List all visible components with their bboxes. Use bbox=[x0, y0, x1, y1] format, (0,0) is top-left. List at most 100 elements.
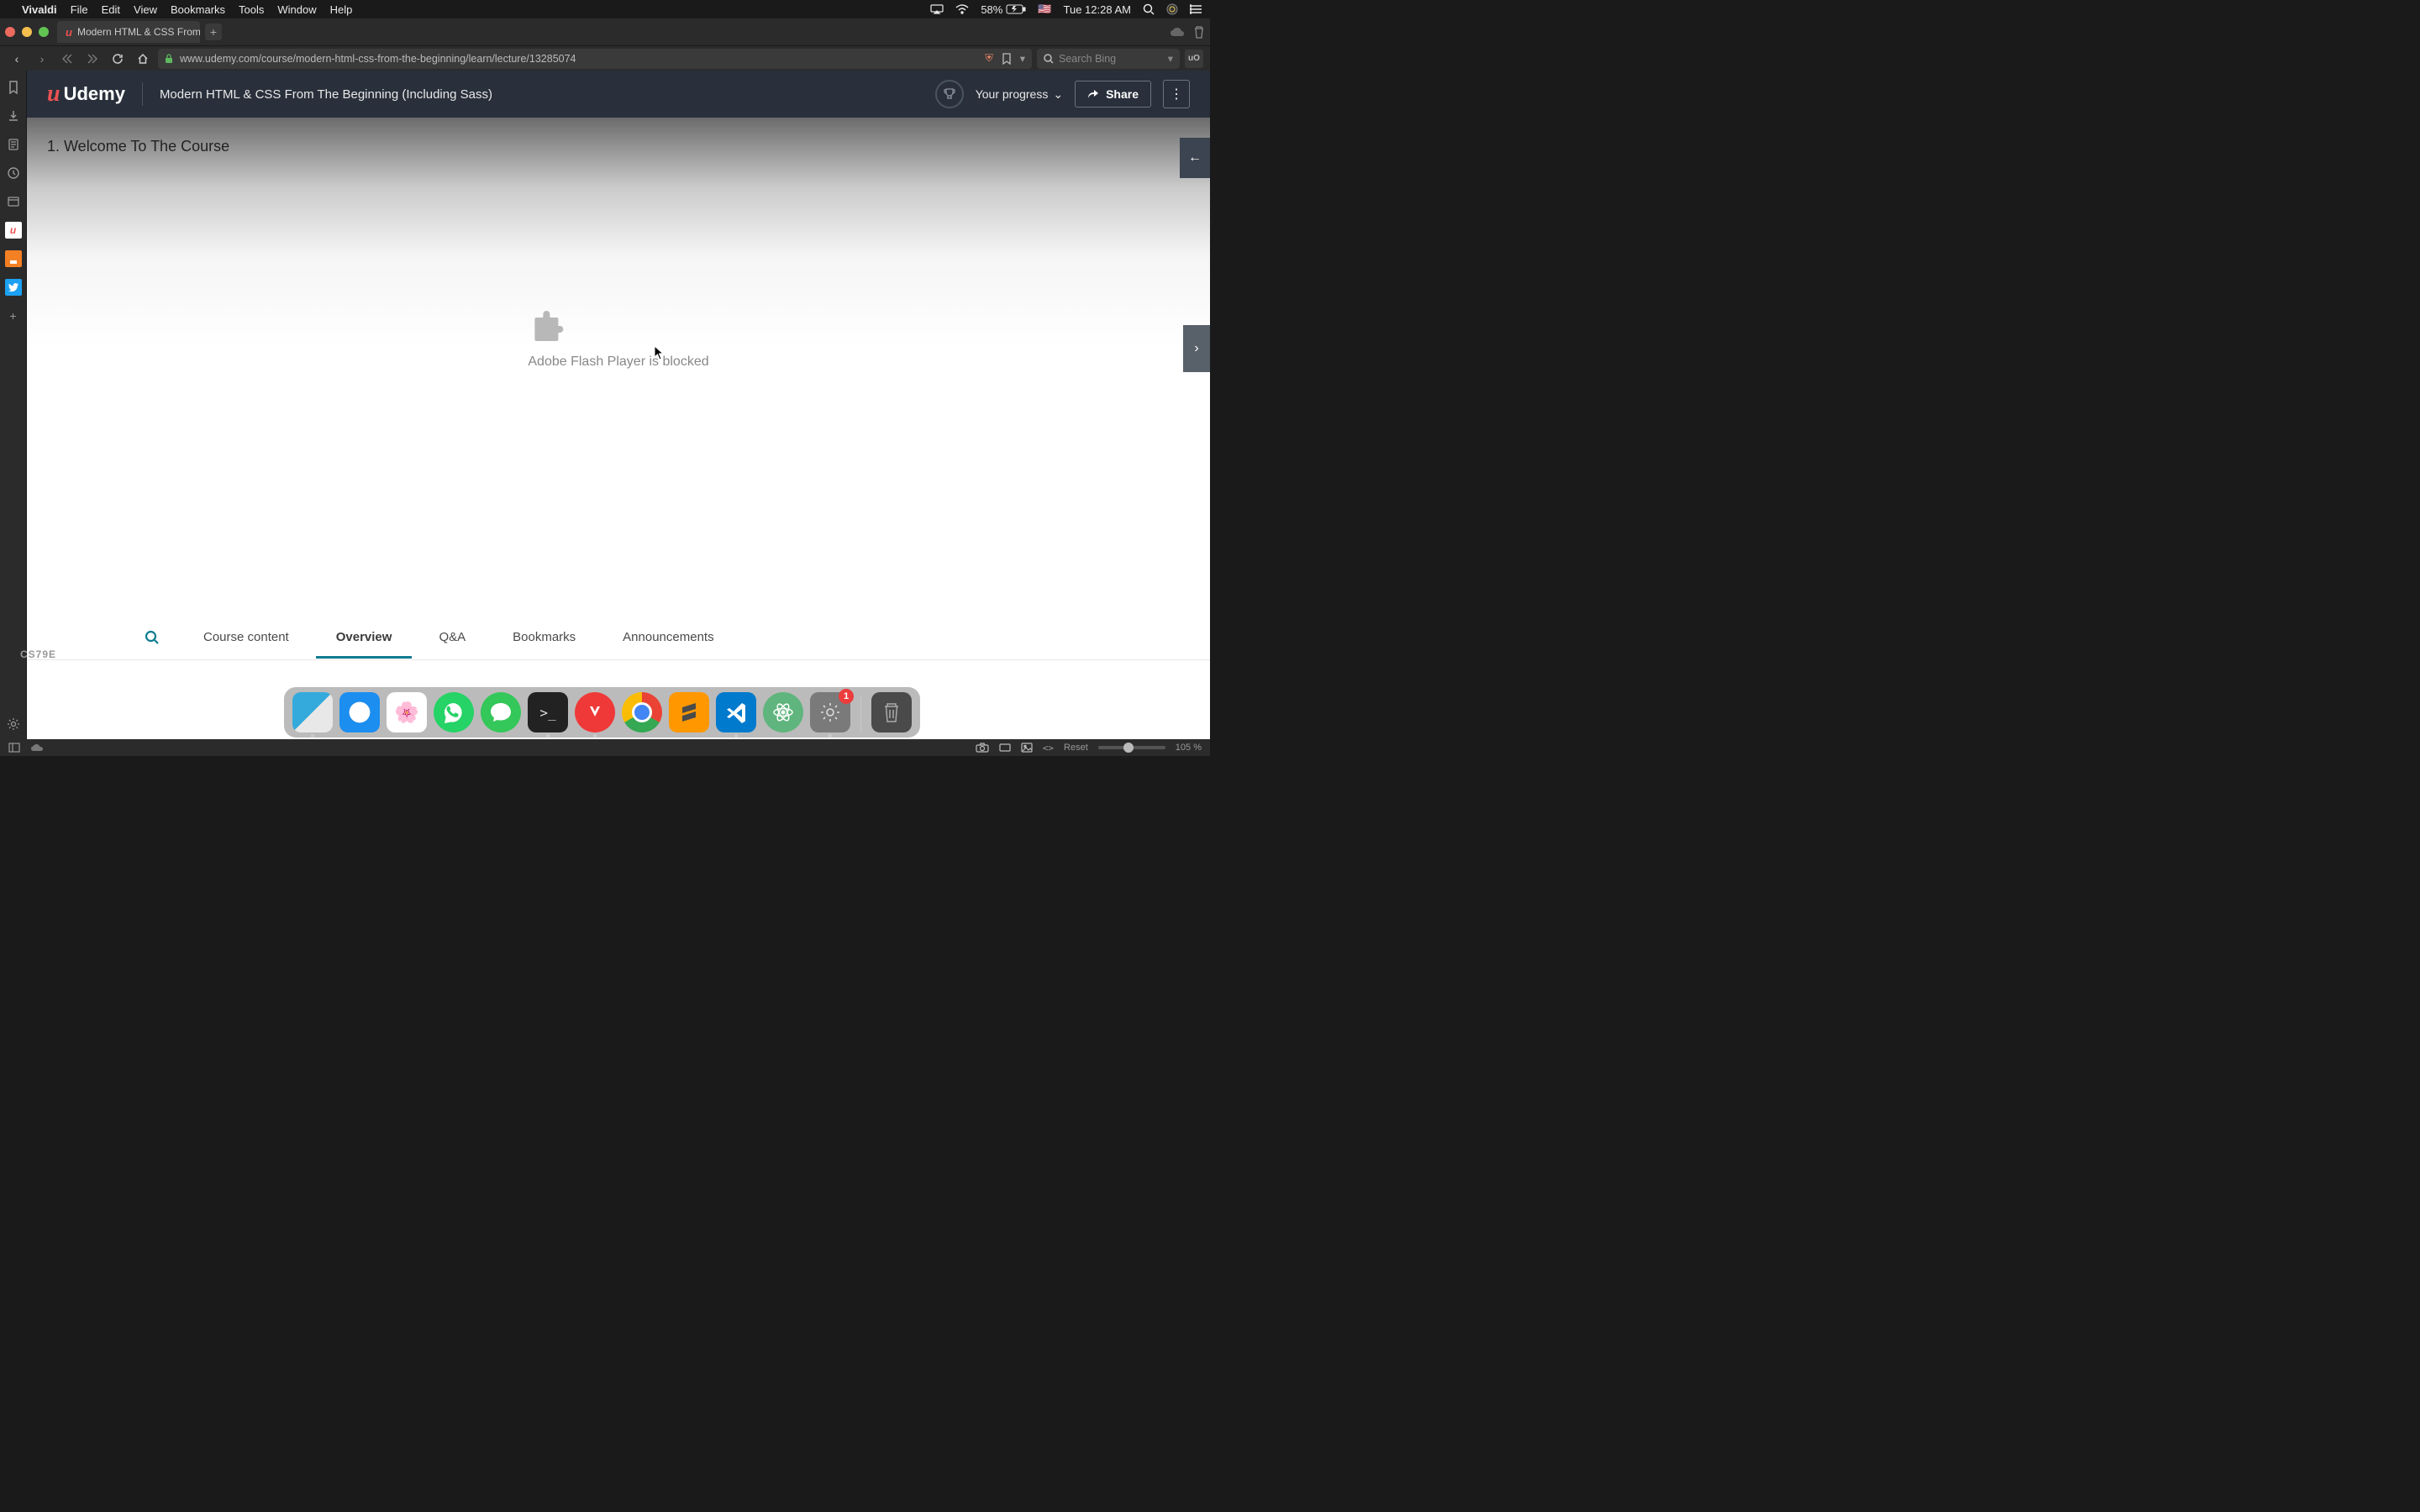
panel-settings-icon[interactable] bbox=[5, 716, 22, 732]
page-content: u Udemy Modern HTML & CSS From The Begin… bbox=[27, 71, 1210, 739]
status-capture-icon[interactable] bbox=[976, 743, 989, 753]
menubar-list-icon[interactable] bbox=[1190, 4, 1202, 14]
share-button[interactable]: Share bbox=[1075, 81, 1151, 108]
udemy-logo-icon: u bbox=[47, 81, 60, 108]
url-bar[interactable]: www.udemy.com/course/modern-html-css-fro… bbox=[158, 49, 1032, 69]
trash-icon[interactable] bbox=[1193, 25, 1205, 39]
status-pageactions-icon[interactable]: <> bbox=[1043, 743, 1054, 753]
zoom-slider-thumb[interactable] bbox=[1123, 743, 1134, 753]
tab-bookmarks[interactable]: Bookmarks bbox=[509, 617, 579, 658]
panel-window-icon[interactable] bbox=[5, 193, 22, 210]
browser-tabbar: u Modern HTML & CSS From T + bbox=[0, 18, 1210, 45]
siri-icon[interactable] bbox=[1166, 3, 1178, 15]
vivaldi-panel-sidebar: u + bbox=[0, 71, 27, 739]
divider bbox=[142, 82, 143, 106]
spotlight-icon[interactable] bbox=[1143, 3, 1155, 15]
menubar-clock[interactable]: Tue 12:28 AM bbox=[1064, 3, 1131, 16]
battery-icon[interactable] bbox=[1006, 4, 1026, 14]
dock-terminal-icon[interactable]: >_ bbox=[528, 692, 568, 732]
search-dropdown-icon[interactable]: ▾ bbox=[1168, 52, 1173, 65]
menu-help[interactable]: Help bbox=[330, 3, 353, 16]
extension-ublock-icon[interactable]: uO bbox=[1185, 50, 1203, 68]
course-title[interactable]: Modern HTML & CSS From The Beginning (In… bbox=[160, 87, 492, 102]
status-panel-toggle-icon[interactable] bbox=[8, 743, 20, 753]
mouse-cursor-icon bbox=[654, 345, 666, 357]
sync-cloud-icon[interactable] bbox=[1170, 27, 1185, 37]
menu-file[interactable]: File bbox=[71, 3, 88, 16]
dock-trash-icon[interactable] bbox=[871, 692, 912, 732]
trophy-icon[interactable] bbox=[935, 80, 964, 108]
menu-window[interactable]: Window bbox=[277, 3, 316, 16]
status-tiling-icon[interactable] bbox=[999, 743, 1011, 752]
dock-systempreferences-icon[interactable]: 1 bbox=[810, 692, 850, 732]
dock-sublime-icon[interactable] bbox=[669, 692, 709, 732]
nav-fastforward-button[interactable] bbox=[82, 49, 103, 69]
dock-atom-icon[interactable] bbox=[763, 692, 803, 732]
tab-search-icon[interactable] bbox=[145, 630, 160, 645]
zoom-value: 105 % bbox=[1176, 743, 1202, 753]
zoom-reset-button[interactable]: Reset bbox=[1064, 743, 1088, 753]
nav-reload-button[interactable] bbox=[108, 49, 128, 69]
menu-view[interactable]: View bbox=[134, 3, 157, 16]
panel-udemy-icon[interactable]: u bbox=[5, 222, 22, 239]
lesson-title: 1. Welcome To The Course bbox=[47, 138, 229, 155]
search-field[interactable]: Search Bing ▾ bbox=[1037, 49, 1180, 69]
nav-rewind-button[interactable] bbox=[57, 49, 77, 69]
dock-photos-icon[interactable]: 🌸 bbox=[387, 692, 427, 732]
udemy-logo-text: Udemy bbox=[64, 83, 125, 105]
nav-home-button[interactable] bbox=[133, 49, 153, 69]
dock-badge: 1 bbox=[839, 689, 854, 704]
panel-stackoverflow-icon[interactable] bbox=[5, 250, 22, 267]
next-lesson-button[interactable]: › bbox=[1183, 325, 1210, 372]
browser-tab-active[interactable]: u Modern HTML & CSS From T bbox=[57, 21, 200, 43]
panel-twitter-icon[interactable] bbox=[5, 279, 22, 296]
dock-messages-icon[interactable] bbox=[481, 692, 521, 732]
more-vertical-icon: ⋮ bbox=[1170, 86, 1183, 102]
menu-edit[interactable]: Edit bbox=[102, 3, 120, 16]
menu-tools[interactable]: Tools bbox=[239, 3, 264, 16]
your-progress-button[interactable]: Your progress ⌄ bbox=[976, 87, 1063, 102]
plugin-puzzle-icon bbox=[528, 309, 708, 346]
tab-announcements[interactable]: Announcements bbox=[619, 617, 717, 658]
arrow-left-icon: ← bbox=[1188, 150, 1202, 165]
lock-icon bbox=[165, 54, 173, 64]
flag-icon[interactable]: 🇺🇸 bbox=[1038, 3, 1051, 16]
window-minimize-button[interactable] bbox=[22, 27, 32, 37]
zoom-slider[interactable] bbox=[1098, 746, 1165, 749]
status-images-icon[interactable] bbox=[1021, 743, 1033, 753]
tracker-block-icon[interactable]: ⛨ bbox=[985, 52, 992, 65]
tab-overview[interactable]: Overview bbox=[333, 617, 396, 658]
dock-whatsapp-icon[interactable] bbox=[434, 692, 474, 732]
airplay-icon[interactable] bbox=[930, 4, 944, 14]
url-dropdown-icon[interactable]: ▾ bbox=[1020, 52, 1025, 65]
panel-bookmarks-icon[interactable] bbox=[5, 79, 22, 96]
sidebar-collapse-button[interactable]: ← bbox=[1180, 138, 1210, 178]
tab-qna[interactable]: Q&A bbox=[435, 617, 469, 658]
nav-back-button[interactable]: ‹ bbox=[7, 49, 27, 69]
dock-vscode-icon[interactable] bbox=[716, 692, 756, 732]
udemy-logo[interactable]: u Udemy bbox=[47, 81, 125, 108]
status-sync-icon[interactable] bbox=[30, 743, 44, 752]
panel-downloads-icon[interactable] bbox=[5, 108, 22, 124]
menu-app-name[interactable]: Vivaldi bbox=[22, 3, 57, 16]
dock-safari-icon[interactable] bbox=[339, 692, 380, 732]
dock-finder-icon[interactable] bbox=[292, 692, 333, 732]
wifi-icon[interactable] bbox=[955, 4, 969, 14]
dock-chrome-icon[interactable] bbox=[622, 692, 662, 732]
nav-forward-button[interactable]: › bbox=[32, 49, 52, 69]
panel-notes-icon[interactable] bbox=[5, 136, 22, 153]
more-menu-button[interactable]: ⋮ bbox=[1163, 80, 1190, 108]
tab-course-content[interactable]: Course content bbox=[200, 617, 292, 658]
window-close-button[interactable] bbox=[5, 27, 15, 37]
menu-bookmarks[interactable]: Bookmarks bbox=[171, 3, 225, 16]
new-tab-button[interactable]: + bbox=[205, 24, 222, 40]
macos-dock: 🌸 >_ 1 bbox=[284, 687, 920, 738]
vivaldi-statusbar: <> Reset 105 % bbox=[0, 739, 1210, 756]
window-zoom-button[interactable] bbox=[39, 27, 49, 37]
bookmark-icon[interactable] bbox=[1002, 53, 1012, 65]
battery-percent: 58% bbox=[981, 3, 1002, 16]
panel-history-icon[interactable] bbox=[5, 165, 22, 181]
flash-blocked-message[interactable]: Adobe Flash Player is blocked bbox=[528, 309, 708, 370]
panel-add-icon[interactable]: + bbox=[5, 307, 22, 324]
dock-vivaldi-icon[interactable] bbox=[575, 692, 615, 732]
